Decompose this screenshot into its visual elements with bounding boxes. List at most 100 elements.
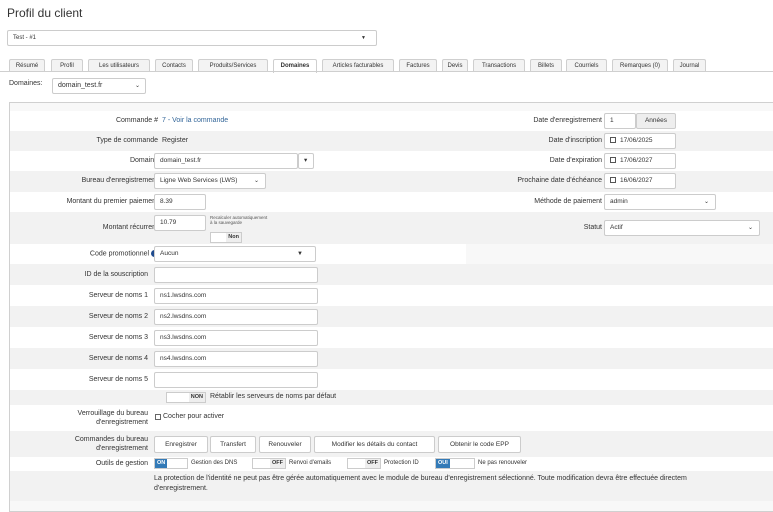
reg-date-row: Date d'enregistrement 1 Années (466, 111, 773, 131)
ns1-label: Serveur de noms 1 (88, 292, 148, 299)
ns5-input[interactable] (154, 372, 318, 388)
promo-select[interactable]: Aucun ▼ (154, 246, 316, 262)
order-label: Commande # (115, 117, 158, 124)
lock-checkbox[interactable] (155, 414, 161, 420)
promo-label-text: Code promotionnel (89, 250, 150, 258)
subscription-label: ID de la souscription (84, 271, 148, 278)
calendar-icon (610, 137, 616, 144)
ns3-input[interactable]: ns3.lwsdns.com (154, 330, 318, 346)
status-select[interactable]: Actif ⌄ (604, 220, 760, 236)
expiry-value: 17/06/2027 (620, 157, 653, 164)
email-forward-toggle-state: OFF (270, 459, 285, 468)
domains-select[interactable]: domain_test.fr ⌄ (52, 78, 146, 94)
registrar-value: Ligne Web Services (LWS) (160, 177, 238, 184)
ns2-row: Serveur de noms 2 ns2.lwsdns.com (10, 306, 773, 327)
id-protection-note-line2: d'enregistrement. (154, 485, 208, 492)
calendar-icon (610, 177, 616, 184)
first-payment-row: Montant du premier paiement 8.39 (10, 192, 466, 212)
signup-input[interactable]: 17/06/2025 (604, 133, 676, 149)
reg-date-label: Date d'enregistrement (533, 117, 602, 124)
lock-checkbox-label: Cocher pour activer (163, 413, 225, 420)
commands-label-line2: d'enregistrement (96, 445, 148, 452)
reset-ns-row: NON Rétablir les serveurs de noms par dé… (10, 390, 773, 405)
get-epp-button[interactable]: Obtenir le code EPP (438, 436, 521, 453)
dns-toggle-state: ON (155, 459, 168, 468)
no-renew-toggle[interactable]: OUI (435, 458, 475, 469)
lock-label: Verrouillage du bureau d'enregistrement (10, 409, 148, 427)
signup-value: 17/06/2025 (620, 137, 653, 144)
commands-label-line1: Commandes du bureau (74, 436, 148, 443)
no-renew-toggle-state: OUI (436, 459, 450, 468)
domain-dropdown-button[interactable]: ▾ (298, 153, 314, 169)
payment-method-select[interactable]: admin ⌄ (604, 194, 716, 210)
domain-details-panel: Commande # 7 - Voir la commande Type de … (9, 102, 773, 512)
domain-row: Domaine domain_test.fr ▾ (10, 151, 466, 171)
recurring-input[interactable]: 10.79 (154, 215, 206, 231)
status-label: Statut (583, 224, 602, 231)
ns5-label: Serveur de noms 5 (88, 376, 148, 383)
recurring-label: Montant récurrent (102, 224, 158, 231)
next-due-input[interactable]: 16/06/2027 (604, 173, 676, 189)
page-title: Profil du client (7, 6, 83, 20)
chevron-down-icon: ▼ (361, 35, 366, 41)
chevron-down-icon: ⌄ (747, 225, 753, 231)
order-type-row: Type de commande Register (10, 131, 466, 151)
transfer-button[interactable]: Transfert (210, 436, 256, 453)
registrar-select[interactable]: Ligne Web Services (LWS) ⌄ (154, 173, 266, 189)
first-payment-input[interactable]: 8.39 (154, 194, 206, 210)
ns4-label: Serveur de noms 4 (88, 355, 148, 362)
ns2-label: Serveur de noms 2 (88, 313, 148, 320)
client-select-value: Test - #1 (13, 35, 37, 41)
expiry-label: Date d'expiration (549, 157, 602, 164)
chevron-down-icon: ⌄ (134, 83, 140, 89)
domain-input[interactable]: domain_test.fr (154, 153, 298, 169)
status-row: Statut Actif ⌄ (466, 212, 773, 244)
caret-down-icon: ▾ (304, 157, 308, 164)
recalc-toggle[interactable]: Non (210, 232, 242, 243)
domains-select-value: domain_test.fr (58, 82, 103, 89)
id-protection-note-line1: La protection de l'identité ne peut pas … (154, 475, 687, 482)
registrar-row: Bureau d'enregistrement Ligne Web Servic… (10, 171, 466, 192)
payment-method-value: admin (610, 198, 628, 205)
reset-ns-toggle[interactable]: NON (166, 392, 206, 403)
dns-toggle[interactable]: ON (154, 458, 188, 469)
ns4-input[interactable]: ns4.lwsdns.com (154, 351, 318, 367)
promo-value: Aucun (160, 250, 179, 257)
mgmt-label: Outils de gestion (95, 460, 148, 467)
commands-row: Commandes du bureau d'enregistrement Enre… (10, 431, 773, 457)
chevron-down-icon: ⌄ (253, 178, 259, 184)
email-forward-label: Renvoi d'emails (289, 460, 332, 466)
status-value: Actif (610, 224, 623, 231)
order-link[interactable]: 7 - Voir la commande (162, 117, 228, 124)
commands-label: Commandes du bureau d'enregistrement (10, 435, 148, 453)
renew-button[interactable]: Renouveler (259, 436, 311, 453)
expiry-row: Date d'expiration 17/06/2027 (466, 151, 773, 171)
subscription-row: ID de la souscription (10, 264, 773, 285)
chevron-down-icon: ⌄ (703, 199, 709, 205)
ns4-row: Serveur de noms 4 ns4.lwsdns.com (10, 348, 773, 369)
domains-filter-label: Domaines: (9, 80, 43, 87)
payment-method-label: Méthode de paiement (534, 198, 602, 205)
registrar-label: Bureau d'enregistrement (81, 177, 158, 184)
ns1-row: Serveur de noms 1 ns1.lwsdns.com (10, 285, 773, 306)
reg-years-input[interactable]: 1 (604, 113, 636, 129)
client-select[interactable]: Test - #1 ▼ (7, 30, 377, 46)
lock-row: Verrouillage du bureau d'enregistrement C… (10, 405, 773, 431)
order-type-value: Register (162, 137, 189, 144)
promo-row: Code promotionnel i Aucun ▼ (10, 244, 466, 264)
subscription-input[interactable] (154, 267, 318, 283)
tabs-divider (0, 71, 773, 72)
expiry-input[interactable]: 17/06/2027 (604, 153, 676, 169)
id-protection-note-row: La protection de l'identité ne peut pas … (10, 471, 773, 501)
id-protection-label: Protection ID (384, 460, 419, 466)
recalc-toggle-state: Non (226, 233, 241, 242)
reset-ns-toggle-state: NON (188, 393, 205, 402)
email-forward-toggle[interactable]: OFF (252, 458, 286, 469)
calendar-icon (610, 157, 616, 164)
register-button[interactable]: Enregistrer (154, 436, 208, 453)
id-protection-toggle[interactable]: OFF (347, 458, 381, 469)
modify-contact-button[interactable]: Modifier les détails du contact (314, 436, 435, 453)
ns1-input[interactable]: ns1.lwsdns.com (154, 288, 318, 304)
id-protection-note: La protection de l'identité ne peut pas … (154, 474, 687, 494)
ns2-input[interactable]: ns2.lwsdns.com (154, 309, 318, 325)
